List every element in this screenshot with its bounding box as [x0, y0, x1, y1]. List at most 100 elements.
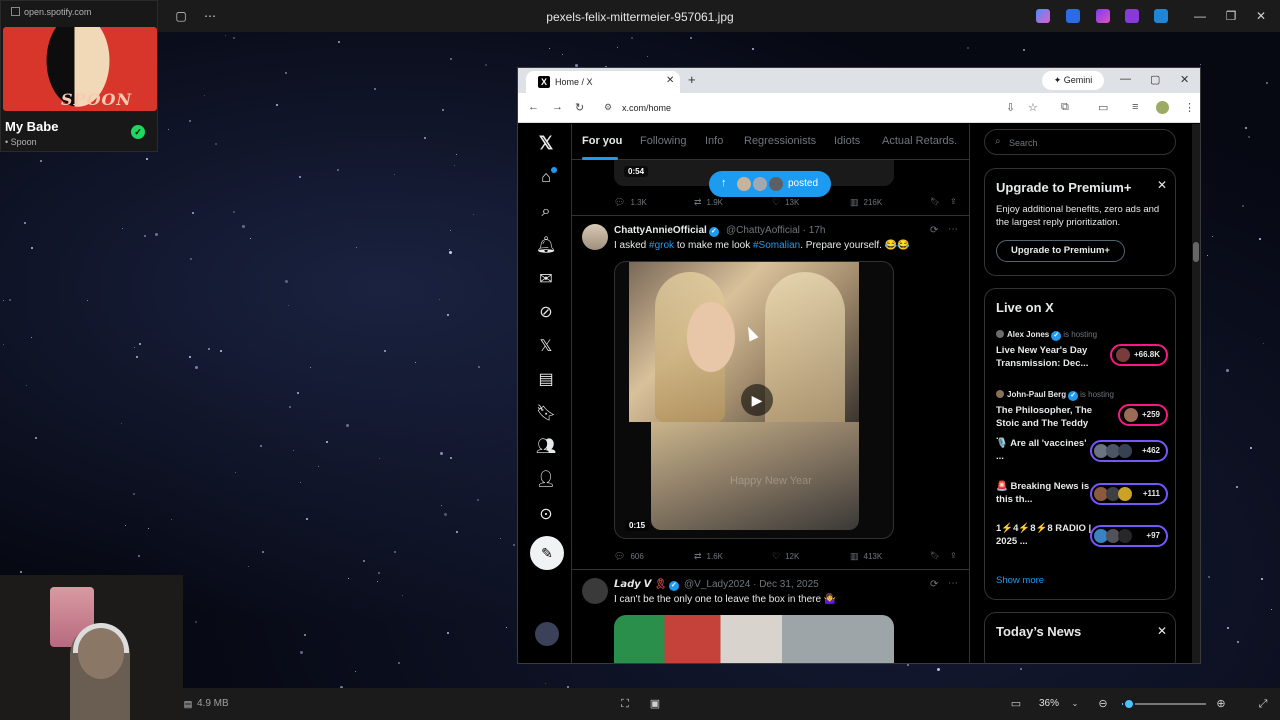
forward-icon[interactable]: →: [552, 101, 563, 113]
repost-button[interactable]: ⇄ 1.6K: [694, 551, 723, 562]
install-app-icon[interactable]: ⇩: [1006, 101, 1015, 114]
author-name[interactable]: 𝙇𝙖𝙙𝙮 𝙑 🎗︎ ✓: [614, 579, 681, 591]
designer-icon[interactable]: [1096, 9, 1110, 23]
live-space-item[interactable]: 🚨 Breaking News is this th... +111: [996, 473, 1168, 513]
grok-explain-icon[interactable]: ⟳: [930, 579, 938, 590]
post-more-icon[interactable]: ⋯: [948, 224, 958, 235]
lists-icon[interactable]: ▤: [535, 369, 557, 391]
track-artist[interactable]: • Spoon: [5, 137, 37, 147]
author-handle-time[interactable]: @ChattyAofficial · 17h: [726, 225, 825, 236]
profile-icon[interactable]: 👤︎: [535, 469, 557, 491]
back-icon[interactable]: ←: [528, 101, 539, 113]
minimize-button[interactable]: —: [1190, 6, 1210, 26]
zoom-level[interactable]: 36%: [1039, 698, 1059, 709]
tab-for-you[interactable]: For you: [582, 135, 622, 147]
maximize-button[interactable]: ▢: [1150, 73, 1160, 86]
reading-list-icon[interactable]: ≡: [1132, 101, 1138, 113]
post-image[interactable]: [614, 615, 894, 663]
bookmark-icon[interactable]: 🔖︎: [930, 551, 940, 560]
page-scrollbar[interactable]: [1192, 124, 1200, 663]
zoom-in-icon[interactable]: ⊕: [1214, 697, 1228, 711]
hashtag-link[interactable]: #Somalian: [753, 240, 800, 251]
extensions-icon[interactable]: ⧉: [1061, 101, 1069, 114]
fit-icon[interactable]: ▭: [1009, 697, 1023, 711]
communities-icon[interactable]: 👥︎: [535, 436, 557, 458]
zoom-out-icon[interactable]: ⊖: [1096, 697, 1110, 711]
copilot-icon[interactable]: [1036, 9, 1050, 23]
new-posts-pill[interactable]: ↑ posted: [709, 171, 831, 197]
fullscreen-icon[interactable]: ⤢: [1256, 697, 1270, 711]
author-avatar[interactable]: [582, 224, 608, 250]
close-button[interactable]: ✕: [1251, 6, 1271, 26]
reload-icon[interactable]: ↻: [575, 101, 584, 114]
show-more-link[interactable]: Show more: [996, 575, 1044, 586]
minimize-button[interactable]: —: [1120, 73, 1131, 85]
share-icon[interactable]: ⇪: [950, 551, 957, 560]
live-space-item[interactable]: 1⚡4⚡8⚡8 RADIO | 2025 ... +97: [996, 515, 1168, 555]
messages-envelope-icon[interactable]: ✉: [535, 269, 557, 291]
scrollbar-thumb[interactable]: [1193, 242, 1199, 262]
host-name: John-Paul Berg: [1007, 390, 1067, 399]
bookmarks-icon[interactable]: 🔖︎: [535, 403, 557, 425]
gemini-button[interactable]: ✦ Gemini: [1042, 71, 1104, 90]
post-video[interactable]: Happy New Year ▶ 0:15: [614, 261, 894, 539]
views-button[interactable]: ▥ 216K: [850, 197, 882, 208]
post-more-icon[interactable]: ⋯: [948, 578, 958, 589]
author-handle-time[interactable]: @V_Lady2024 · Dec 31, 2025: [684, 579, 819, 590]
share-icon[interactable]: ⇪: [950, 197, 957, 206]
crop-icon[interactable]: ⛶: [618, 697, 632, 711]
grok-icon[interactable]: ⊘: [535, 302, 557, 324]
new-tab-button[interactable]: +: [688, 72, 696, 87]
split-view-icon[interactable]: ▭: [1098, 101, 1108, 114]
close-button[interactable]: ✕: [1180, 73, 1189, 86]
maximize-button[interactable]: ❐: [1221, 6, 1241, 26]
x-logo-icon[interactable]: 𝕏: [535, 132, 557, 154]
clipchamp-icon[interactable]: [1125, 9, 1139, 23]
saved-check-icon[interactable]: ✓: [131, 125, 145, 139]
tab-following[interactable]: Following: [640, 135, 686, 147]
tab-idiots[interactable]: Idiots: [834, 135, 860, 147]
hashtag-link[interactable]: #grok: [649, 240, 674, 251]
repost-button[interactable]: ⇄ 1.9K: [694, 197, 723, 208]
close-icon[interactable]: ✕: [1157, 624, 1167, 638]
search-input[interactable]: ⌕ Search: [984, 129, 1176, 155]
zoom-slider-thumb[interactable]: [1123, 698, 1135, 710]
live-space-item[interactable]: 🎙️ Are all 'vaccines' ... +462: [996, 430, 1168, 470]
live-space-item[interactable]: John-Paul Berg ✓ is hosting The Philosophe…: [996, 390, 1168, 442]
live-space-item[interactable]: Alex Jones ✓ is hosting Live New Year's Da…: [996, 330, 1168, 370]
account-avatar[interactable]: [535, 622, 559, 646]
premium-x-icon[interactable]: 𝕏: [535, 336, 557, 358]
album-art[interactable]: SPOON: [3, 27, 157, 111]
tab-actual-retards[interactable]: Actual Retards.: [882, 135, 957, 147]
cloud-icon[interactable]: [1154, 9, 1168, 23]
like-button[interactable]: ♡ 13K: [772, 197, 799, 208]
close-icon[interactable]: ✕: [1157, 178, 1167, 192]
tab-close-icon[interactable]: ✕: [666, 75, 674, 86]
bookmark-icon[interactable]: 🔖︎: [930, 197, 940, 206]
profile-avatar[interactable]: [1156, 101, 1169, 114]
tab-info[interactable]: Info: [705, 135, 723, 147]
track-title[interactable]: My Babe: [5, 119, 58, 134]
scan-text-icon[interactable]: ▣: [648, 697, 662, 711]
chevron-down-icon[interactable]: ⌄: [1068, 697, 1082, 711]
reply-button[interactable]: 💬︎ 606: [614, 551, 644, 562]
bookmark-star-icon[interactable]: ☆: [1028, 101, 1038, 114]
reply-button[interactable]: 💬︎ 1.3K: [614, 197, 647, 208]
grok-explain-icon[interactable]: ⟳: [930, 225, 938, 236]
like-button[interactable]: ♡ 12K: [772, 551, 799, 562]
menu-icon[interactable]: ⋮: [1184, 101, 1195, 114]
author-name[interactable]: ChattyAnnieOfficial ✓: [614, 225, 721, 237]
author-avatar[interactable]: [582, 578, 608, 604]
compose-post-button[interactable]: ✎: [530, 536, 564, 570]
tab-regressionists[interactable]: Regressionists: [744, 135, 816, 147]
url-text[interactable]: x.com/home: [622, 103, 671, 113]
tab-home-x[interactable]: X Home / X ✕: [526, 71, 680, 93]
more-circle-icon[interactable]: ⊙: [535, 504, 557, 526]
upgrade-premium-button[interactable]: Upgrade to Premium+: [996, 240, 1125, 262]
explore-search-icon[interactable]: ⌕: [535, 201, 557, 223]
site-info-icon[interactable]: ⚙: [604, 102, 612, 113]
edit-icon[interactable]: [1066, 9, 1080, 23]
play-icon[interactable]: ▶: [741, 384, 773, 416]
views-button[interactable]: ▥ 413K: [850, 551, 882, 562]
notifications-bell-icon[interactable]: 🔔︎: [535, 235, 557, 257]
